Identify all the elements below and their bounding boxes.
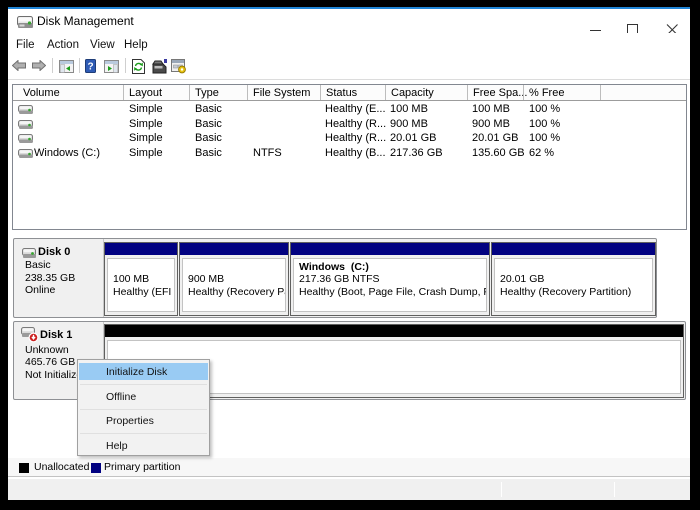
svg-text:?: ? xyxy=(87,62,93,73)
